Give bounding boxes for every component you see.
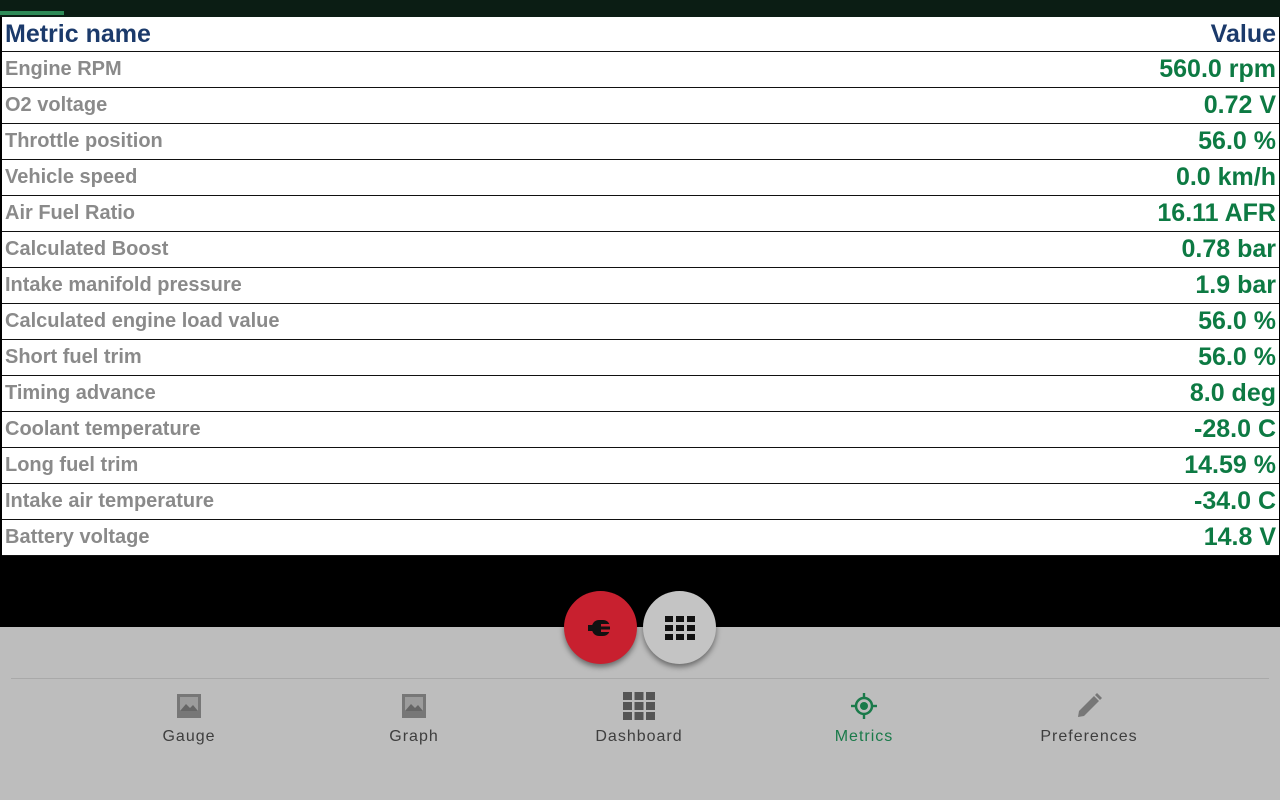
nav-label: Graph [389,728,439,745]
metric-value: 16.11 AFR [1157,199,1276,227]
metric-name: O2 voltage [5,94,108,116]
column-header-value: Value [1210,19,1276,48]
metric-name: Intake manifold pressure [5,274,242,296]
table-row: Engine RPM 560.0 rpm [2,52,1279,88]
metric-value: 56.0 % [1198,127,1276,155]
pencil-icon [1073,690,1105,722]
metric-value: -34.0 C [1194,487,1276,515]
metric-name: Timing advance [5,382,156,404]
nav-item-gauge[interactable]: Gauge [109,690,269,760]
metric-name: Calculated Boost [5,238,169,260]
table-header-row: Metric name Value [2,17,1279,52]
connect-fab-button[interactable] [564,591,637,664]
metric-value: 560.0 rpm [1159,55,1276,83]
table-row: Calculated engine load value 56.0 % [2,304,1279,340]
grid-icon [623,690,655,722]
grid-icon [664,615,695,640]
metric-name: Coolant temperature [5,418,201,440]
grid-fab-button[interactable] [643,591,716,664]
metric-name: Short fuel trim [5,346,142,368]
image-icon [398,690,430,722]
bottom-divider [11,678,1269,679]
table-row: Intake manifold pressure 1.9 bar [2,268,1279,304]
loading-progress-bar [0,11,64,15]
metric-value: 14.8 V [1203,523,1276,551]
table-row: Air Fuel Ratio 16.11 AFR [2,196,1279,232]
table-row: Calculated Boost 0.78 bar [2,232,1279,268]
table-row: Vehicle speed 0.0 km/h [2,160,1279,196]
nav-item-dashboard[interactable]: Dashboard [559,690,719,760]
metric-value: 8.0 deg [1189,379,1276,407]
metric-name: Engine RPM [5,58,122,80]
column-header-metric-name: Metric name [5,19,151,48]
top-status-bar [0,0,1280,17]
connector-icon [587,619,611,636]
nav-label: Dashboard [595,728,683,745]
metric-value: 56.0 % [1198,343,1276,371]
table-row: Throttle position 56.0 % [2,124,1279,160]
metric-value: 56.0 % [1198,307,1276,335]
table-row: Coolant temperature -28.0 C [2,412,1279,448]
nav-label: Gauge [162,728,216,745]
metric-name: Throttle position [5,130,163,152]
table-row: Battery voltage 14.8 V [2,520,1279,556]
metric-value: 1.9 bar [1195,271,1276,299]
nav-label: Preferences [1040,728,1138,745]
metric-name: Air Fuel Ratio [5,202,136,224]
metric-name: Intake air temperature [5,490,214,512]
metric-name: Calculated engine load value [5,310,280,332]
table-row: O2 voltage 0.72 V [2,88,1279,124]
metric-name: Vehicle speed [5,166,138,188]
nav-item-metrics[interactable]: Metrics [784,690,944,760]
metric-name: Battery voltage [5,526,150,548]
metric-value: -28.0 C [1194,415,1276,443]
table-row: Long fuel trim 14.59 % [2,448,1279,484]
metric-value: 0.78 bar [1181,235,1276,263]
metrics-table: Metric name Value Engine RPM 560.0 rpm O2 … [2,17,1279,556]
crosshair-icon [848,690,880,722]
metric-name: Long fuel trim [5,454,139,476]
image-icon [173,690,205,722]
metric-value: 0.0 km/h [1175,163,1276,191]
table-row: Timing advance 8.0 deg [2,376,1279,412]
nav-item-graph[interactable]: Graph [334,690,494,760]
table-row: Short fuel trim 56.0 % [2,340,1279,376]
nav-label: Metrics [834,728,894,745]
black-gap [0,568,1280,627]
metric-value: 14.59 % [1184,451,1276,479]
metric-value: 0.72 V [1203,91,1276,119]
nav-item-preferences[interactable]: Preferences [1009,690,1169,760]
table-row: Intake air temperature -34.0 C [2,484,1279,520]
